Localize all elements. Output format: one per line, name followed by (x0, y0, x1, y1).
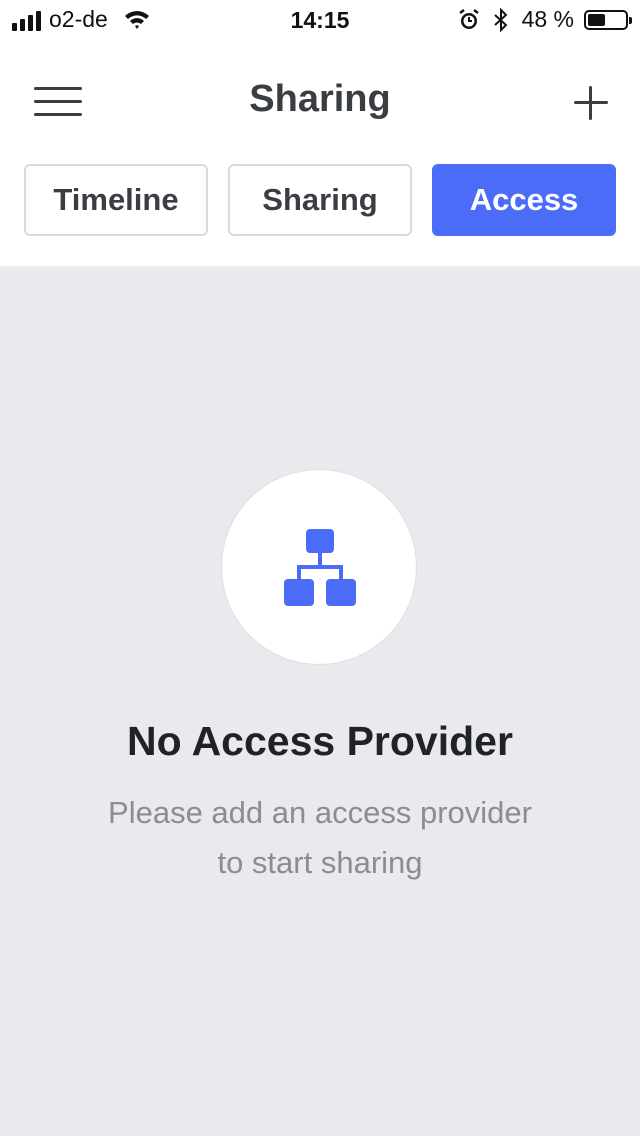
battery-fill (588, 13, 605, 26)
empty-state-message-line1: Please add an access provider (108, 795, 532, 830)
empty-state-icon-circle (221, 469, 417, 665)
alarm-icon (458, 8, 479, 29)
empty-state-message: Please add an access provider to start s… (60, 788, 580, 888)
empty-state-area: No Access Provider Please add an access … (0, 266, 640, 1136)
battery-icon (584, 9, 632, 30)
status-bar: o2-de 14:15 48 % (0, 0, 640, 40)
tab-timeline[interactable]: Timeline (24, 164, 208, 236)
app-header: Sharing Timeline Sharing Access (0, 40, 640, 266)
empty-state-message-line2: to start sharing (217, 845, 423, 880)
status-bar-right: 48 % (458, 6, 632, 33)
tab-access[interactable]: Access (432, 164, 616, 236)
page-title: Sharing (249, 78, 391, 120)
empty-state-title: No Access Provider (127, 718, 513, 764)
bluetooth-icon (493, 7, 508, 32)
plus-icon[interactable] (572, 84, 610, 122)
segmented-tabs: Timeline Sharing Access (24, 164, 616, 236)
hierarchy-icon (284, 529, 356, 606)
tab-sharing[interactable]: Sharing (228, 164, 412, 236)
battery-percent: 48 % (521, 6, 574, 32)
